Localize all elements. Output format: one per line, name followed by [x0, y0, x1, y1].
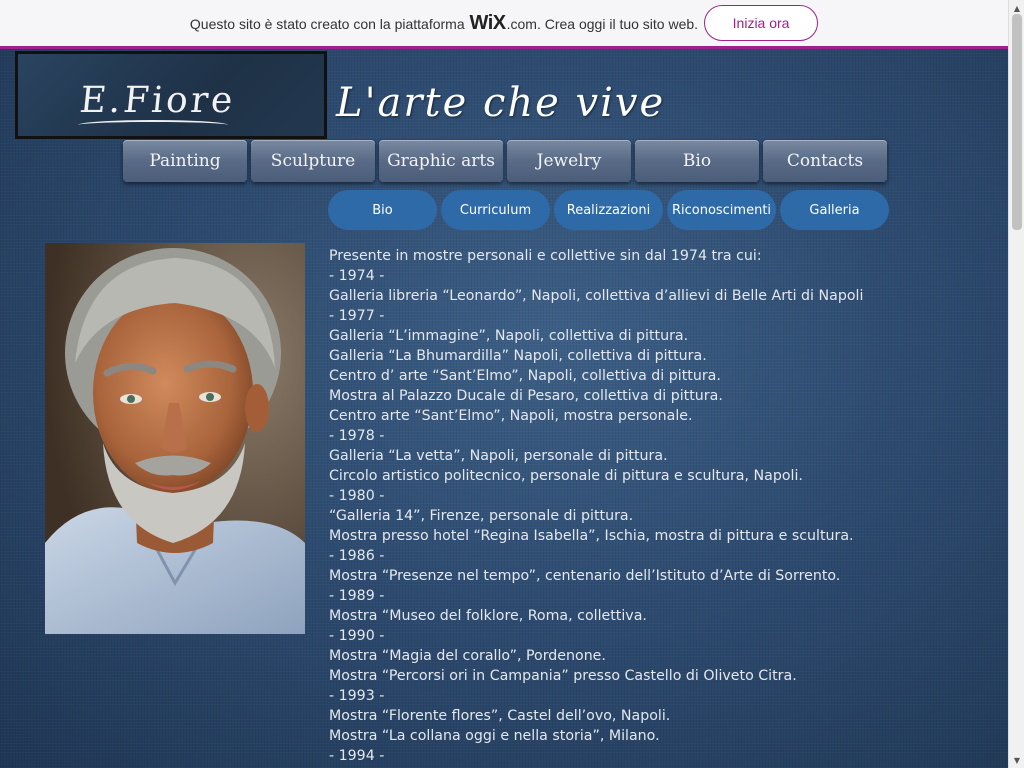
nav-sculpture[interactable]: Sculpture [251, 140, 375, 182]
bio-line: - 1990 - [329, 628, 385, 644]
subnav-galleria[interactable]: Galleria [780, 190, 889, 230]
bio-line: - 1978 - [329, 428, 385, 444]
bio-line: Galleria “L’immagine”, Napoli, collettiv… [329, 328, 689, 344]
scrollbar-thumb[interactable] [1012, 14, 1022, 230]
vertical-scrollbar[interactable]: ▲ ▼ [1008, 0, 1024, 768]
bio-line: Centro arte “Sant’Elmo”, Napoli, mostra … [329, 408, 693, 424]
start-now-button[interactable]: Inizia ora [704, 5, 819, 41]
bio-line: Centro d’ arte “Sant’Elmo”, Napoli, coll… [329, 368, 721, 384]
bio-line: - 1986 - [329, 548, 385, 564]
bio-line: - 1989 - [329, 588, 385, 604]
wix-banner-text-after: Crea oggi il tuo sito web. [544, 15, 699, 32]
subnav-bio[interactable]: Bio [328, 190, 437, 230]
bio-line: Galleria libreria “Leonardo”, Napoli, co… [329, 288, 864, 304]
bio-line: Mostra “Percorsi ori in Campania” presso… [329, 668, 797, 684]
subnav-realizzazioni[interactable]: Realizzazioni [554, 190, 663, 230]
artist-portrait-photo [45, 243, 305, 634]
bio-line: Galleria “La vetta”, Napoli, personale d… [329, 448, 668, 464]
portrait-illustration [45, 243, 305, 634]
wix-logo: WiX [469, 11, 507, 34]
bio-line: Circolo artistico politecnico, personale… [329, 468, 803, 484]
site-title: L'arte che vive [336, 80, 666, 126]
wix-banner-text-before: Questo sito è stato creato con la piatta… [189, 15, 465, 32]
subnav-riconoscimenti[interactable]: Riconoscimenti [667, 190, 776, 230]
logo-text: E.Fiore [77, 80, 238, 121]
wix-promo-banner: Questo sito è stato creato con la piatta… [0, 0, 1008, 49]
nav-bio[interactable]: Bio [635, 140, 759, 182]
bio-line: - 1974 - [329, 268, 385, 284]
bio-line: Presente in mostre personali e collettiv… [329, 248, 762, 264]
scroll-down-arrow-icon[interactable]: ▼ [1009, 752, 1024, 768]
bio-line: - 1994 - [329, 748, 385, 764]
bio-line: Mostra presso hotel “Regina Isabella”, I… [329, 528, 854, 544]
nav-contacts[interactable]: Contacts [763, 140, 887, 182]
main-nav: Painting Sculpture Graphic arts Jewelry … [123, 140, 887, 182]
site-logo[interactable]: E.Fiore [15, 51, 327, 139]
bio-line: Mostra “Florente flores”, Castel dell’ov… [329, 708, 671, 724]
bio-line: - 1977 - [329, 308, 385, 324]
bio-exhibitions-text: Presente in mostre personali e collettiv… [329, 246, 989, 766]
nav-painting[interactable]: Painting [123, 140, 247, 182]
bio-sub-nav: Bio Curriculum Realizzazioni Riconoscime… [328, 190, 889, 230]
bio-line: - 1993 - [329, 688, 385, 704]
logo-swoosh [78, 120, 228, 130]
wix-banner-text: Questo sito è stato creato con la piatta… [190, 12, 698, 35]
bio-line: Mostra “Museo del folklore, Roma, collet… [329, 608, 647, 624]
bio-line: Mostra “Magia del corallo”, Pordenone. [329, 648, 606, 664]
bio-line: Mostra “La collana oggi e nella storia”,… [329, 728, 660, 744]
bio-line: - 1980 - [329, 488, 385, 504]
nav-jewelry[interactable]: Jewelry [507, 140, 631, 182]
nav-graphic-arts[interactable]: Graphic arts [379, 140, 503, 182]
bio-line: Mostra “Presenze nel tempo”, centenario … [329, 568, 841, 584]
subnav-curriculum[interactable]: Curriculum [441, 190, 550, 230]
bio-line: Mostra al Palazzo Ducale di Pesaro, coll… [329, 388, 723, 404]
bio-line: Galleria “La Bhumardilla” Napoli, collet… [329, 348, 707, 364]
bio-line: “Galleria 14”, Firenze, personale di pit… [329, 508, 634, 524]
wix-logo-suffix: .com. [506, 15, 541, 32]
